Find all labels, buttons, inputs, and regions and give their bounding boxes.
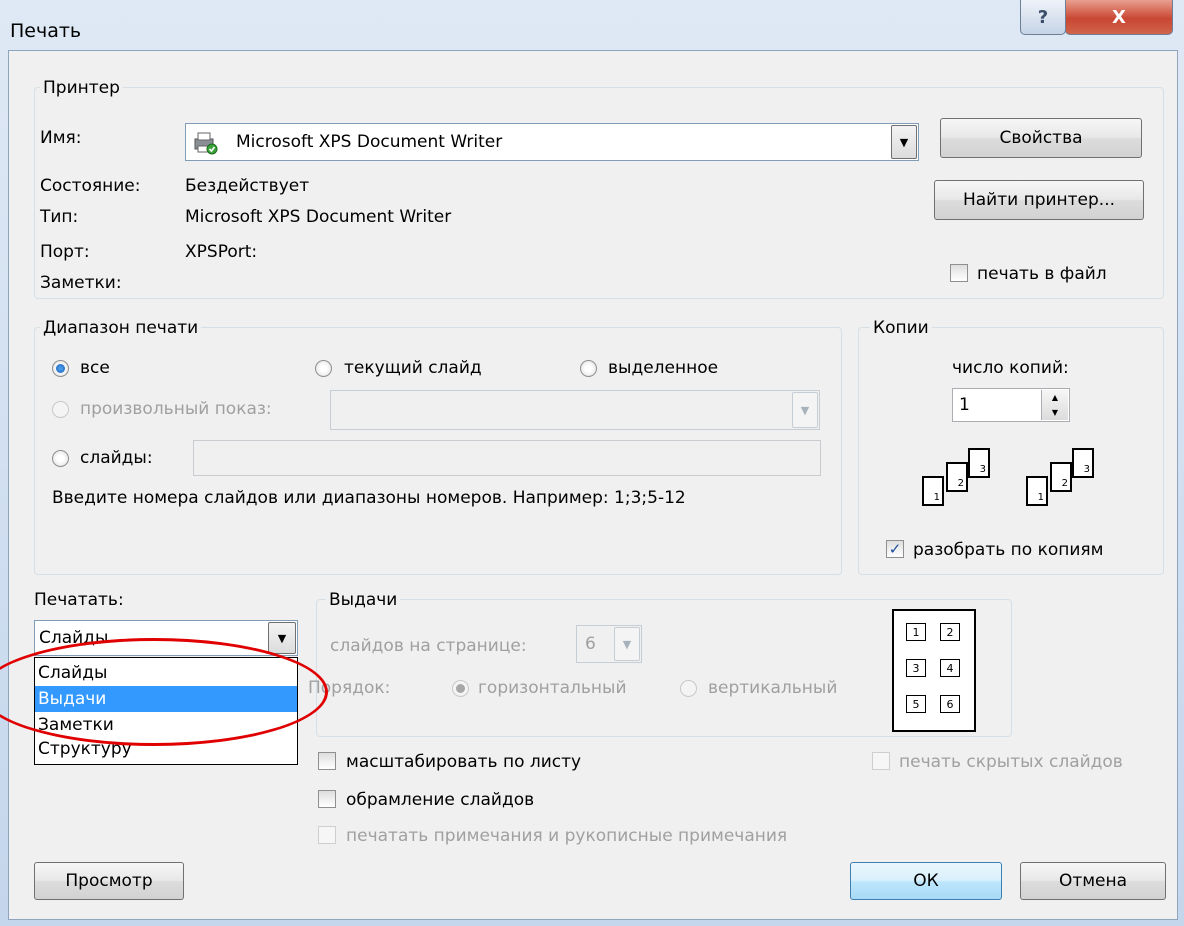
- print-what-dropdown: Слайды Выдачи Заметки Структуру: [34, 657, 298, 765]
- collate-page-3a: 3: [968, 448, 990, 478]
- range-current-slide-radio[interactable]: [315, 360, 332, 377]
- range-current-slide-label: текущий слайд: [344, 358, 482, 378]
- print-to-file-checkbox[interactable]: [950, 264, 968, 282]
- print-hidden-checkbox[interactable]: [872, 752, 890, 770]
- slides-input[interactable]: [193, 440, 821, 476]
- chevron-down-icon: ▼: [899, 135, 909, 149]
- collate-page-3b: 3: [1072, 448, 1094, 478]
- range-all-label: все: [80, 358, 110, 378]
- print-what-label: Печатать:: [34, 590, 124, 610]
- range-slides-label: слайды:: [80, 448, 153, 468]
- printer-icon: [192, 131, 218, 155]
- range-custom-show-radio[interactable]: [52, 401, 69, 418]
- printer-name-value: Microsoft XPS Document Writer: [236, 132, 503, 152]
- range-hint: Введите номера слайдов или диапазоны ном…: [52, 488, 686, 508]
- spin-down-icon[interactable]: ▼: [1052, 408, 1058, 417]
- handout-preview: 1 2 3 4 5 6: [892, 609, 976, 732]
- order-label: Порядок:: [308, 678, 391, 698]
- scale-to-fit-label: масштабировать по листу: [346, 752, 582, 772]
- chevron-down-icon: ▼: [622, 637, 632, 651]
- handout-cell: 5: [906, 695, 926, 713]
- handout-cell: 6: [940, 695, 960, 713]
- range-selection-radio[interactable]: [580, 360, 597, 377]
- properties-button[interactable]: Свойства: [940, 118, 1142, 158]
- custom-show-select-arrow[interactable]: ▼: [792, 392, 818, 428]
- range-custom-show-label: произвольный показ:: [80, 399, 272, 419]
- print-what-value: Слайды: [39, 628, 109, 648]
- per-page-select-arrow[interactable]: ▼: [614, 627, 640, 661]
- print-comments-checkbox[interactable]: [318, 826, 336, 844]
- collate-page-1b: 1: [1026, 476, 1048, 506]
- print-hidden-label: печать скрытых слайдов: [899, 752, 1123, 772]
- chevron-down-icon: ▼: [277, 631, 287, 645]
- notes-label: Заметки:: [40, 273, 122, 293]
- print-what-option-slides[interactable]: Слайды: [35, 660, 297, 686]
- dialog-title: Печать: [10, 20, 82, 42]
- spin-up-icon[interactable]: ▲: [1052, 393, 1058, 402]
- port-label: Порт:: [40, 242, 90, 262]
- order-vertical-label: вертикальный: [708, 678, 838, 698]
- range-all-radio[interactable]: [52, 360, 69, 377]
- close-icon: X: [1112, 6, 1126, 28]
- print-what-option-handouts[interactable]: Выдачи: [35, 686, 297, 712]
- range-slides-radio[interactable]: [52, 450, 69, 467]
- collate-checkbox[interactable]: ✓: [886, 540, 904, 558]
- type-label: Тип:: [40, 207, 79, 227]
- print-what-select-arrow[interactable]: ▼: [268, 622, 296, 654]
- per-page-value: 6: [585, 634, 596, 654]
- scale-to-fit-checkbox[interactable]: [318, 752, 336, 770]
- print-comments-label: печатать примечания и рукописные примеча…: [346, 826, 788, 846]
- printer-select-arrow[interactable]: ▼: [891, 125, 917, 159]
- order-horizontal-radio[interactable]: [452, 680, 469, 697]
- find-printer-button[interactable]: Найти принтер...: [934, 180, 1144, 220]
- collate-page-2b: 2: [1050, 462, 1072, 492]
- per-page-select[interactable]: 6 ▼: [576, 625, 642, 663]
- collate-label: разобрать по копиям: [913, 540, 1104, 560]
- handout-cell: 2: [940, 623, 960, 641]
- per-page-label: слайдов на странице:: [330, 636, 527, 656]
- range-selection-label: выделенное: [608, 358, 719, 378]
- print-range-label: Диапазон печати: [40, 318, 202, 338]
- printer-group-label: Принтер: [40, 78, 123, 98]
- close-button[interactable]: X: [1065, 0, 1173, 35]
- print-dialog: Печать ? X Принтер Имя: Microsoft XPS Do…: [0, 0, 1184, 926]
- copies-count-value: 1: [959, 395, 970, 415]
- type-value: Microsoft XPS Document Writer: [185, 207, 452, 227]
- help-button[interactable]: ?: [1020, 0, 1066, 35]
- order-horizontal-label: горизонтальный: [478, 678, 627, 698]
- collate-page-2a: 2: [946, 462, 968, 492]
- custom-show-select[interactable]: ▼: [330, 390, 820, 430]
- print-to-file-label: печать в файл: [977, 264, 1107, 284]
- copies-count-label: число копий:: [952, 358, 1069, 378]
- status-label: Состояние:: [40, 176, 141, 196]
- copies-count-input[interactable]: 1 ▲ ▼: [952, 388, 1070, 422]
- copies-spinner[interactable]: ▲ ▼: [1041, 390, 1068, 420]
- handouts-group-label: Выдачи: [326, 590, 401, 610]
- printer-name-select[interactable]: Microsoft XPS Document Writer ▼: [185, 123, 919, 161]
- handout-cell: 1: [906, 623, 926, 641]
- print-what-select[interactable]: Слайды ▼: [34, 620, 298, 656]
- printer-name-label: Имя:: [40, 128, 82, 148]
- handout-cell: 4: [940, 659, 960, 677]
- chevron-down-icon: ▼: [800, 403, 810, 417]
- print-what-option-notes[interactable]: Заметки: [35, 712, 297, 738]
- handout-cell: 3: [906, 659, 926, 677]
- copies-label: Копии: [870, 318, 932, 338]
- frame-slides-label: обрамление слайдов: [346, 790, 535, 810]
- frame-slides-checkbox[interactable]: [318, 790, 336, 808]
- help-icon: ?: [1037, 6, 1049, 28]
- port-value: XPSPort:: [185, 242, 258, 262]
- status-value: Бездействует: [185, 176, 310, 196]
- collate-page-1a: 1: [922, 476, 944, 506]
- preview-button[interactable]: Просмотр: [34, 862, 184, 900]
- order-vertical-radio[interactable]: [680, 680, 697, 697]
- cancel-button[interactable]: Отмена: [1020, 862, 1166, 900]
- print-what-option-outline[interactable]: Структуру: [35, 736, 297, 762]
- ok-button[interactable]: ОК: [850, 862, 1002, 900]
